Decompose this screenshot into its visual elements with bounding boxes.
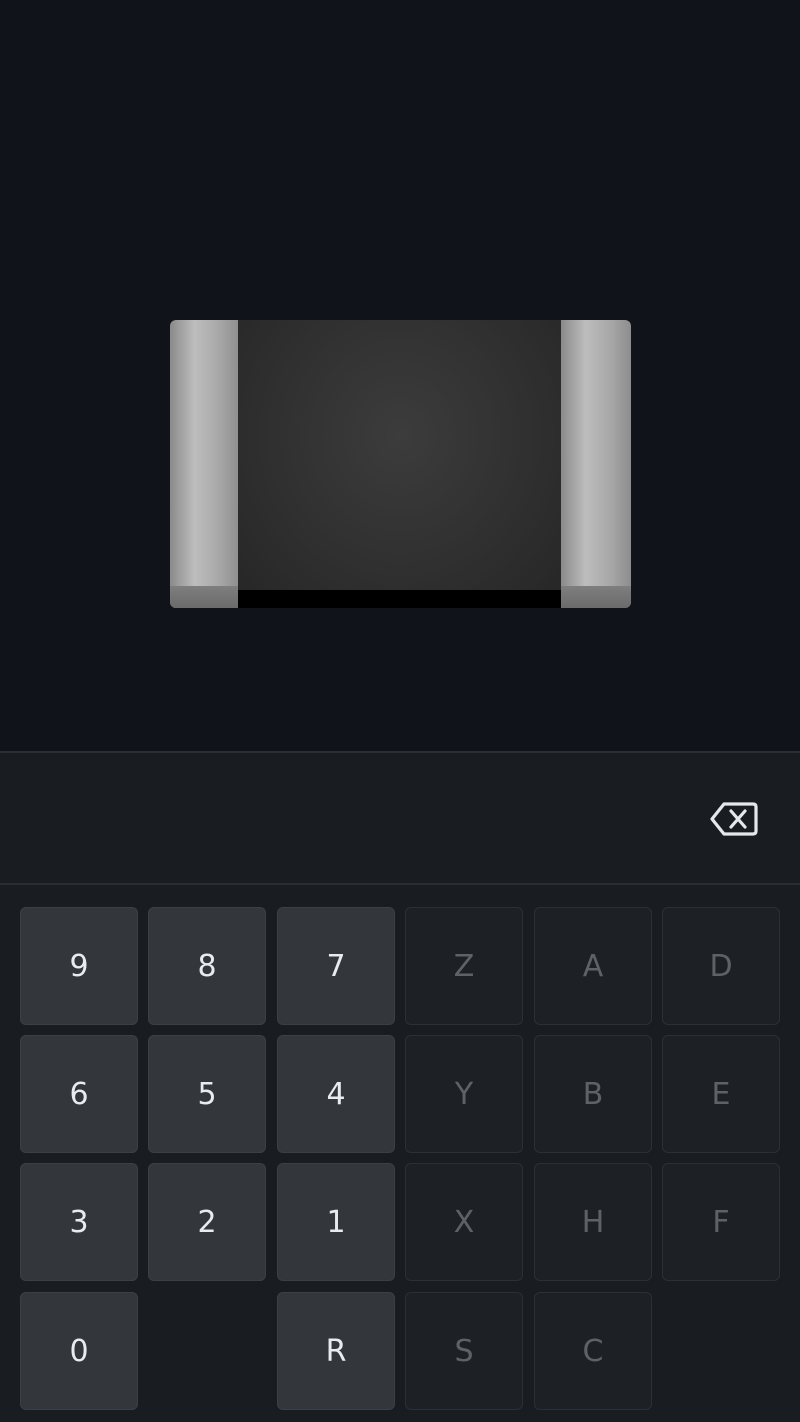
key-d[interactable]: D [662, 907, 780, 1025]
left-terminal [170, 320, 240, 608]
key-7[interactable]: 7 [277, 907, 395, 1025]
key-z[interactable]: Z [405, 907, 523, 1025]
screen: 9 8 7 Z A D 6 5 4 Y B E 3 2 1 X H F 0 R … [0, 0, 800, 1422]
key-s[interactable]: S [405, 1292, 523, 1410]
smd-capacitor-image [170, 320, 631, 608]
key-x[interactable]: X [405, 1163, 523, 1281]
key-3[interactable]: 3 [20, 1163, 138, 1281]
component-body [238, 320, 563, 608]
component-preview [0, 0, 800, 751]
key-4[interactable]: 4 [277, 1035, 395, 1153]
backspace-button[interactable] [710, 801, 758, 837]
key-e[interactable]: E [662, 1035, 780, 1153]
key-2[interactable]: 2 [148, 1163, 266, 1281]
right-terminal [561, 320, 631, 608]
key-6[interactable]: 6 [20, 1035, 138, 1153]
key-y[interactable]: Y [405, 1035, 523, 1153]
key-r[interactable]: R [277, 1292, 395, 1410]
key-b[interactable]: B [534, 1035, 652, 1153]
backspace-icon [710, 802, 758, 836]
key-f[interactable]: F [662, 1163, 780, 1281]
key-c[interactable]: C [534, 1292, 652, 1410]
key-5[interactable]: 5 [148, 1035, 266, 1153]
key-a[interactable]: A [534, 907, 652, 1025]
key-9[interactable]: 9 [20, 907, 138, 1025]
key-8[interactable]: 8 [148, 907, 266, 1025]
code-input-bar[interactable] [0, 751, 800, 885]
key-h[interactable]: H [534, 1163, 652, 1281]
keypad: 9 8 7 Z A D 6 5 4 Y B E 3 2 1 X H F 0 R … [0, 885, 800, 1422]
key-0[interactable]: 0 [20, 1292, 138, 1410]
key-1[interactable]: 1 [277, 1163, 395, 1281]
